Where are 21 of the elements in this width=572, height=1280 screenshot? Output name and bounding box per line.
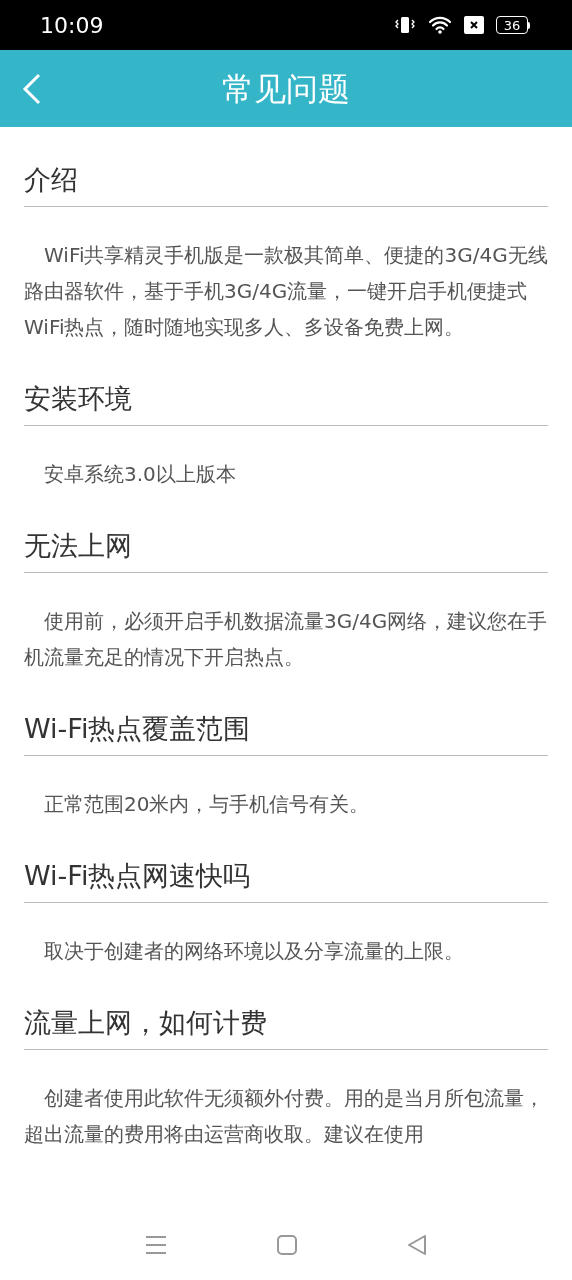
page-title: 常见问题: [222, 68, 350, 110]
no-sim-icon: [464, 16, 484, 34]
status-time: 10:09: [40, 11, 104, 40]
wifi-icon: [428, 15, 452, 35]
section-text: WiFi共享精灵手机版是一款极其简单、便捷的3G/4G无线路由器软件，基于手机3G/4G流量，一键开启手机便捷式WiFi热点，随时随地实现多人、多设备免费上网。: [24, 242, 548, 341]
section-text: 取决于创建者的网络环境以及分享流量的上限。: [43, 938, 465, 965]
section-heading: Wi-Fi热点覆盖范围: [24, 712, 252, 746]
back-icon[interactable]: [407, 1235, 427, 1255]
home-icon[interactable]: [277, 1235, 297, 1255]
section-heading: 介绍: [24, 163, 79, 197]
section-text: 使用前，必须开启手机数据流量3G/4G网络，建议您在手机流量充足的情况下开启热点。: [24, 608, 548, 671]
section-heading: Wi-Fi热点网速快吗: [24, 859, 252, 893]
battery-icon: 36: [496, 16, 530, 34]
section-heading: 流量上网，如何计费: [24, 1006, 268, 1040]
menu-icon[interactable]: [145, 1235, 167, 1255]
section-heading: 无法上网: [24, 529, 133, 563]
section-text: 安卓系统3.0以上版本: [43, 461, 237, 488]
section-text: 创建者使用此软件无须额外付费。用的是当月所包流量，超出流量的费用将由运营商收取。建议在使用: [24, 1085, 545, 1148]
section-heading: 安装环境: [24, 382, 133, 416]
section-text: 正常范围20米内，与手机信号有关。: [43, 791, 371, 818]
vibrate-icon: [394, 15, 416, 35]
